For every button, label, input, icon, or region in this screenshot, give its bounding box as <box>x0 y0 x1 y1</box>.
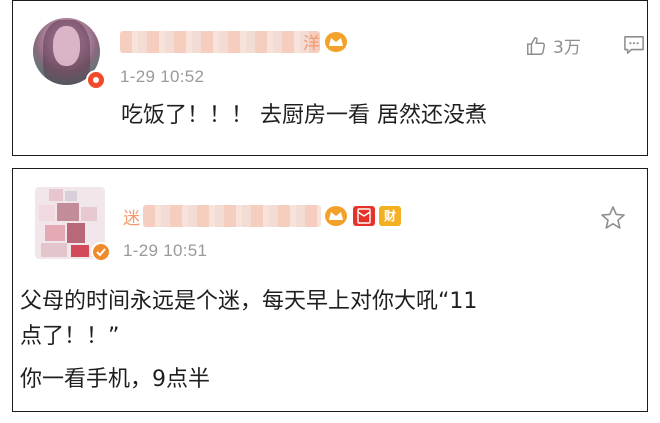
avatar-pixel <box>81 207 97 221</box>
crown-icon <box>325 32 347 52</box>
comment-text: 吃饭了！！！ 去厨房一看 居然还没煮 <box>121 103 487 128</box>
comment-icon[interactable] <box>623 35 645 55</box>
wealth-icon: 财 <box>379 206 401 226</box>
verified-badge-icon <box>91 242 111 262</box>
avatar-pixel <box>67 223 85 243</box>
comment-time: 1-29 10:52 <box>120 67 205 86</box>
star-icon[interactable] <box>600 205 626 231</box>
username-blurred[interactable] <box>120 31 320 53</box>
avatar-pixel <box>49 189 63 201</box>
username-blurred[interactable] <box>143 205 321 227</box>
thumbs-up-icon <box>527 36 546 55</box>
comment-text-line-1: 父母的时间永远是个迷，每天早上对你大吼“11 <box>20 289 478 314</box>
red-envelope-icon <box>353 206 375 226</box>
screenshot-frame: 洋 1-29 10:52 吃饭了！！！ 去厨房一看 居然还没煮 3万 迷 财 1… <box>0 0 660 423</box>
avatar-pixel <box>57 203 79 221</box>
comment-text-line-2: 点了！！” <box>20 324 120 349</box>
comment-text-line-3: 你一看手机，9点半 <box>20 367 210 392</box>
avatar-pixel <box>41 243 67 257</box>
crown-icon <box>325 206 347 226</box>
like-button[interactable]: 3万 <box>525 33 581 58</box>
comment-card-1: 洋 1-29 10:52 吃饭了！！！ 去厨房一看 居然还没煮 3万 <box>12 0 648 156</box>
username-lead: 迷 <box>123 209 140 229</box>
comment-card-2: 迷 财 1-29 10:51 父母的时间永远是个迷，每天早上对你大吼“11 点了… <box>12 168 648 412</box>
username-tail: 洋 <box>303 34 320 54</box>
avatar-pixel <box>39 205 55 221</box>
avatar-pixel <box>65 191 77 201</box>
avatar-face <box>53 26 80 66</box>
avatar-pixel <box>45 225 65 241</box>
avatar-pixel <box>71 245 89 257</box>
like-count: 3万 <box>553 38 581 58</box>
comment-time: 1-29 10:51 <box>123 241 208 260</box>
verified-badge-icon <box>86 70 106 90</box>
